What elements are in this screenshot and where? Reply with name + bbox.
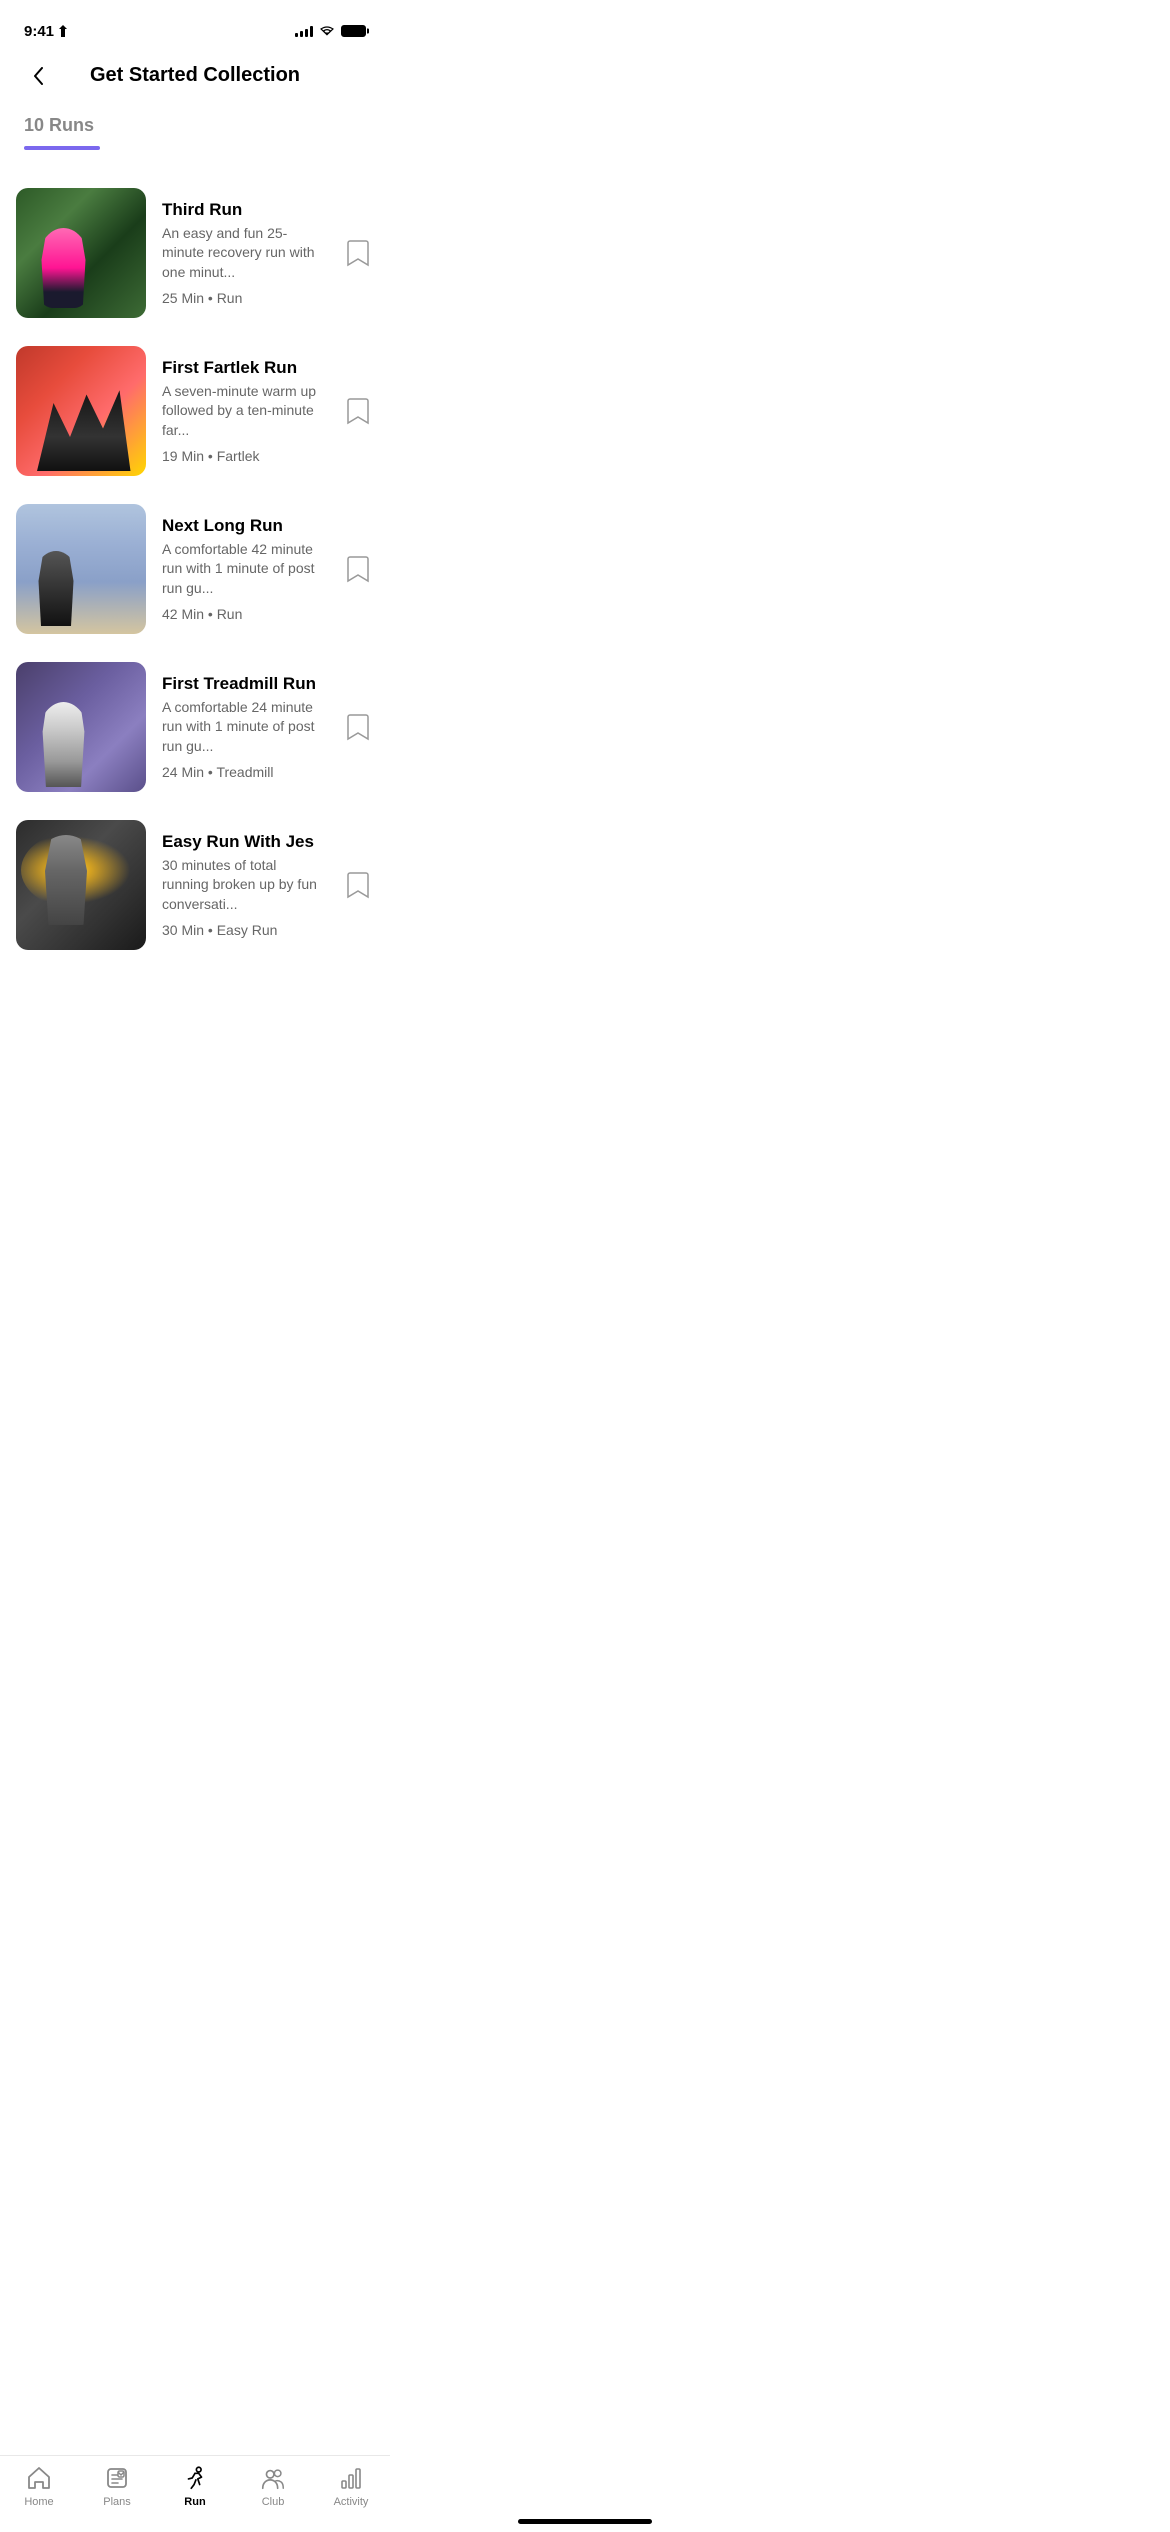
location-icon — [58, 25, 68, 37]
home-indicator — [518, 2519, 652, 2524]
run-title: Third Run — [162, 200, 326, 220]
nav-label-run: Run — [184, 2496, 205, 2508]
runs-section: 10 Runs — [0, 99, 390, 174]
bookmark-button[interactable] — [342, 869, 374, 901]
run-meta: 30 Min • Easy Run — [162, 922, 326, 938]
status-time: 9:41 — [24, 23, 68, 40]
sidebar-item-run[interactable]: Run — [165, 2464, 225, 2508]
run-info: Next Long Run A comfortable 42 minute ru… — [162, 516, 326, 623]
plans-icon — [103, 2464, 131, 2492]
run-description: An easy and fun 25-minute recovery run w… — [162, 224, 326, 283]
run-meta: 19 Min • Fartlek — [162, 448, 326, 464]
run-info: Third Run An easy and fun 25-minute reco… — [162, 200, 326, 307]
sidebar-item-plans[interactable]: Plans — [87, 2464, 147, 2508]
run-description: 30 minutes of total running broken up by… — [162, 856, 326, 915]
nav-label-plans: Plans — [103, 2496, 131, 2508]
run-info: First Fartlek Run A seven-minute warm up… — [162, 358, 326, 465]
run-description: A comfortable 24 minute run with 1 minut… — [162, 698, 326, 757]
home-icon — [25, 2464, 53, 2492]
accent-bar — [24, 146, 100, 150]
sidebar-item-home[interactable]: Home — [9, 2464, 69, 2508]
list-item[interactable]: Easy Run With Jes 30 minutes of total ru… — [16, 806, 374, 964]
run-thumbnail — [16, 504, 146, 634]
time-display: 9:41 — [24, 23, 54, 40]
club-icon — [259, 2464, 287, 2492]
nav-label-club: Club — [262, 2496, 285, 2508]
page-title: Get Started Collection — [90, 64, 300, 87]
bookmark-button[interactable] — [342, 711, 374, 743]
run-thumbnail — [16, 662, 146, 792]
bottom-navigation: Home Plans Run — [0, 2455, 390, 2532]
sidebar-item-club[interactable]: Club — [243, 2464, 303, 2508]
back-button[interactable] — [20, 58, 56, 94]
nav-label-home: Home — [24, 2496, 53, 2508]
run-meta: 24 Min • Treadmill — [162, 764, 326, 780]
run-title: Next Long Run — [162, 516, 326, 536]
run-list: Third Run An easy and fun 25-minute reco… — [0, 174, 390, 1064]
run-thumbnail — [16, 820, 146, 950]
status-bar: 9:41 — [0, 0, 390, 48]
run-thumbnail — [16, 346, 146, 476]
run-icon — [181, 2464, 209, 2492]
run-title: First Fartlek Run — [162, 358, 326, 378]
run-meta: 25 Min • Run — [162, 290, 326, 306]
bookmark-button[interactable] — [342, 237, 374, 269]
bookmark-button[interactable] — [342, 553, 374, 585]
run-info: Easy Run With Jes 30 minutes of total ru… — [162, 832, 326, 939]
list-item[interactable]: First Fartlek Run A seven-minute warm up… — [16, 332, 374, 490]
sidebar-item-activity[interactable]: Activity — [321, 2464, 381, 2508]
wifi-icon — [319, 25, 335, 37]
list-item[interactable]: Third Run An easy and fun 25-minute reco… — [16, 174, 374, 332]
run-thumbnail — [16, 188, 146, 318]
run-description: A seven-minute warm up followed by a ten… — [162, 382, 326, 441]
run-title: First Treadmill Run — [162, 674, 326, 694]
bookmark-button[interactable] — [342, 395, 374, 427]
nav-label-activity: Activity — [334, 2496, 369, 2508]
status-icons — [295, 25, 366, 37]
run-info: First Treadmill Run A comfortable 24 min… — [162, 674, 326, 781]
page-header: Get Started Collection — [0, 48, 390, 99]
run-description: A comfortable 42 minute run with 1 minut… — [162, 540, 326, 599]
run-title: Easy Run With Jes — [162, 832, 326, 852]
list-item[interactable]: First Treadmill Run A comfortable 24 min… — [16, 648, 374, 806]
runs-count: 10 Runs — [24, 115, 366, 136]
signal-icon — [295, 25, 313, 37]
list-item[interactable]: Next Long Run A comfortable 42 minute ru… — [16, 490, 374, 648]
activity-icon — [337, 2464, 365, 2492]
battery-icon — [341, 25, 366, 37]
run-meta: 42 Min • Run — [162, 606, 326, 622]
